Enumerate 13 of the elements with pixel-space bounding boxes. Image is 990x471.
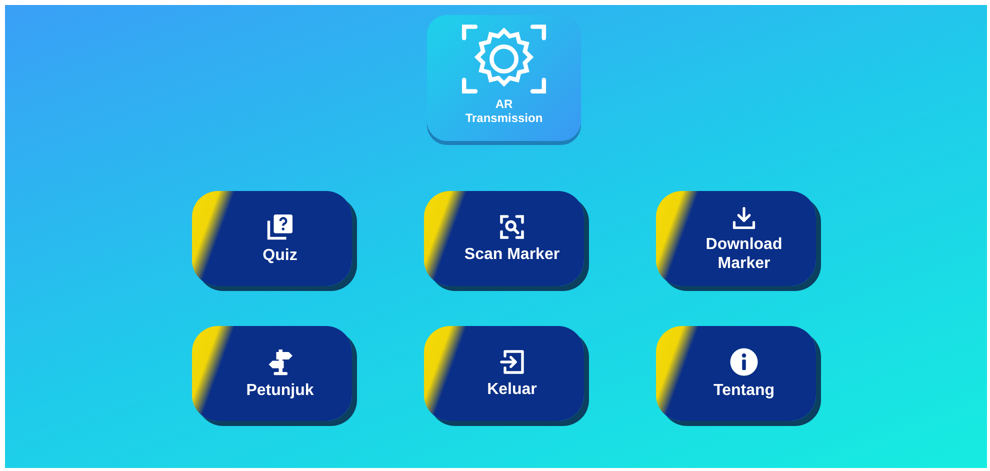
logo-title: AR: [495, 97, 513, 111]
quiz-menu-button[interactable]: Quiz: [192, 191, 352, 286]
signpost-menu-button[interactable]: Petunjuk: [192, 326, 352, 421]
download-icon: [731, 204, 757, 230]
question-cards-icon: [265, 212, 295, 242]
download-menu-button[interactable]: Download Marker: [656, 191, 816, 286]
logo-subtitle: Transmission: [465, 111, 543, 125]
exit-menu-button[interactable]: Keluar: [424, 326, 584, 421]
scan-menu-button[interactable]: Scan Marker: [424, 191, 584, 286]
search-icon: [498, 213, 526, 241]
info-icon: [729, 347, 759, 377]
exit-icon: [498, 348, 526, 376]
info-menu-button[interactable]: Tentang: [656, 326, 816, 421]
